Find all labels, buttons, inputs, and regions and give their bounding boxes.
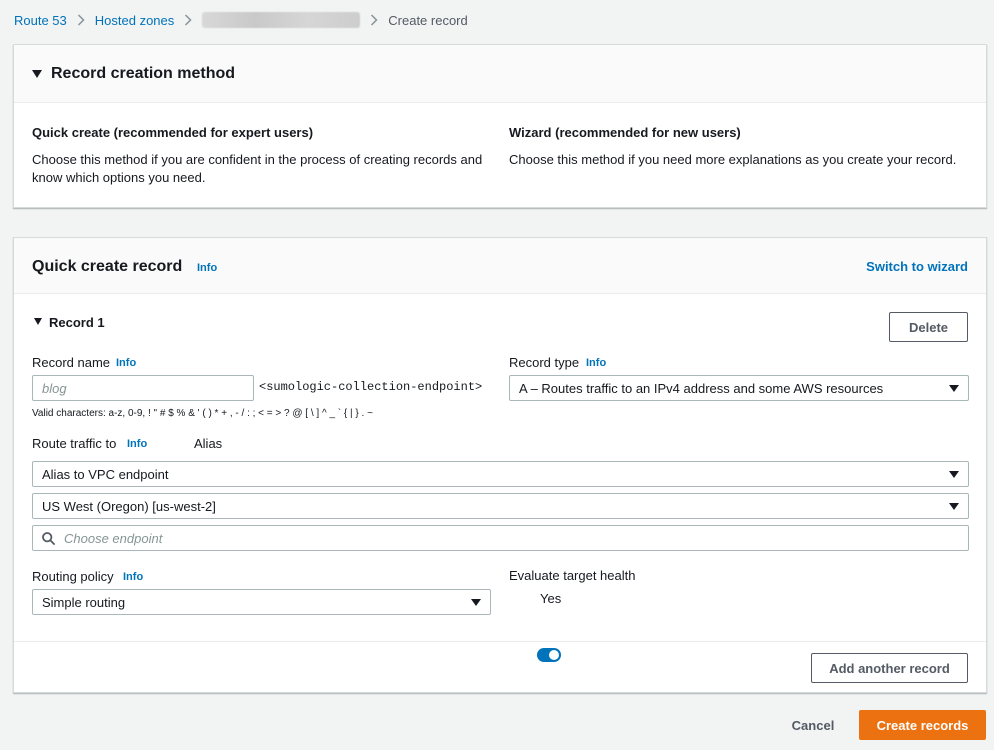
method-panel-header[interactable]: Record creation method <box>14 45 986 103</box>
valid-characters-hint: Valid characters: a-z, 0-9, ! " # $ % & … <box>32 408 373 419</box>
breadcrumb-current: Create record <box>388 12 468 28</box>
caret-down-icon <box>949 384 959 392</box>
evaluate-health-label: Evaluate target health <box>509 568 636 583</box>
evaluate-health-value: Yes <box>540 591 562 606</box>
caret-down-icon[interactable] <box>32 70 42 78</box>
record-type-info-link[interactable]: Info <box>586 357 606 369</box>
record-name-placeholder: blog <box>42 380 67 396</box>
record-name-suffix: <sumologic-collection-endpoint> <box>259 380 483 394</box>
endpoint-search-input[interactable]: Choose endpoint <box>32 525 969 551</box>
record-type-label: Record type <box>509 355 580 370</box>
record-type-select[interactable]: A – Routes traffic to an IPv4 address an… <box>509 375 969 401</box>
evaluate-health-toggle[interactable] <box>536 648 561 662</box>
chevron-right-icon <box>370 14 378 26</box>
endpoint-placeholder: Choose endpoint <box>64 530 163 546</box>
routing-policy-value: Simple routing <box>42 594 126 610</box>
alias-label: Alias <box>194 436 223 451</box>
create-records-button[interactable]: Create records <box>859 710 986 740</box>
wizard-title: Wizard (recommended for new users) <box>509 125 741 140</box>
chevron-right-icon <box>77 14 85 26</box>
divider <box>14 641 986 642</box>
quick-create-record-panel: Quick create record Info Switch to wizar… <box>13 237 987 693</box>
quick-panel-header: Quick create record Info Switch to wizar… <box>14 238 986 294</box>
routing-policy-select[interactable]: Simple routing <box>32 589 491 615</box>
region-value: US West (Oregon) [us-west-2] <box>42 498 216 514</box>
add-another-record-button[interactable]: Add another record <box>811 653 968 683</box>
route-traffic-label: Route traffic to <box>32 436 117 451</box>
breadcrumb-route53-link[interactable]: Route 53 <box>14 13 67 28</box>
quick-create-title: Quick create (recommended for expert use… <box>32 125 314 140</box>
chevron-right-icon <box>184 14 192 26</box>
alias-target-select[interactable]: Alias to VPC endpoint <box>32 461 969 487</box>
cancel-button[interactable]: Cancel <box>780 711 846 740</box>
breadcrumb-hosted-zones-link[interactable]: Hosted zones <box>95 13 175 28</box>
caret-down-icon <box>949 470 959 478</box>
record-1-title[interactable]: Record 1 <box>49 315 105 330</box>
region-select[interactable]: US West (Oregon) [us-west-2] <box>32 493 969 519</box>
routing-policy-label: Routing policy <box>32 569 114 584</box>
alias-target-value: Alias to VPC endpoint <box>42 466 169 482</box>
caret-down-icon <box>471 598 481 606</box>
record-name-input[interactable]: blog <box>32 375 254 401</box>
breadcrumb: Route 53 Hosted zones Create record <box>14 12 468 28</box>
record-name-info-link[interactable]: Info <box>116 357 136 369</box>
quick-create-desc: Choose this method if you are confident … <box>32 152 483 185</box>
route-traffic-info-link[interactable]: Info <box>127 438 147 450</box>
wizard-desc: Choose this method if you need more expl… <box>509 152 957 167</box>
delete-record-button[interactable]: Delete <box>889 312 968 342</box>
record-creation-method-panel: Record creation method Quick create (rec… <box>13 44 987 208</box>
quick-panel-info-link[interactable]: Info <box>197 262 217 274</box>
record-type-value: A – Routes traffic to an IPv4 address an… <box>519 380 884 396</box>
routing-policy-info-link[interactable]: Info <box>123 571 143 583</box>
caret-down-icon[interactable] <box>34 318 42 325</box>
record-name-label: Record name <box>32 355 111 370</box>
search-icon <box>42 531 55 545</box>
switch-to-wizard-link[interactable]: Switch to wizard <box>866 259 968 274</box>
caret-down-icon <box>949 502 959 510</box>
quick-panel-title: Quick create record <box>32 258 183 275</box>
method-panel-title: Record creation method <box>51 65 236 82</box>
breadcrumb-redacted-zone[interactable] <box>202 12 361 28</box>
